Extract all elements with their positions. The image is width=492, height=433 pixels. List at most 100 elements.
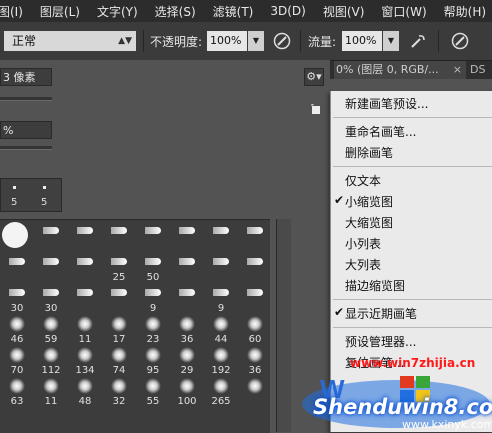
menu-item[interactable]: 仅文本	[345, 172, 381, 189]
brush-tip[interactable]: 11	[34, 375, 68, 407]
brush-tip[interactable]: 48	[68, 375, 102, 407]
size-slider[interactable]	[0, 97, 52, 101]
brush-tip[interactable]: 192	[204, 344, 238, 376]
blend-mode-select[interactable]: 正常 ▲▼	[4, 31, 136, 51]
brush-tip[interactable]: 25	[102, 251, 136, 283]
brush-tip-icon	[43, 289, 59, 296]
brush-tip[interactable]: 74	[102, 344, 136, 376]
menu-filter[interactable]: 滤镜(T)	[213, 3, 254, 20]
menu-3d[interactable]: 3D(D)	[270, 4, 305, 18]
opacity-dropdown-icon[interactable]: ▼	[248, 31, 264, 51]
brush-tip[interactable]	[0, 251, 34, 283]
brush-tip[interactable]	[136, 220, 170, 252]
menu-view[interactable]: 视图(V)	[323, 3, 365, 20]
brush-dot-icon	[13, 186, 16, 189]
brush-tip[interactable]: 55	[136, 375, 170, 407]
brush-tip[interactable]: 29	[170, 344, 204, 376]
brush-tip[interactable]: 32	[102, 375, 136, 407]
brush-tip-icon	[179, 347, 195, 363]
opacity-label: 不透明度:	[150, 35, 203, 49]
brush-tip[interactable]	[102, 282, 136, 314]
brush-tip[interactable]: 11	[68, 313, 102, 345]
brush-tip[interactable]: 46	[0, 313, 34, 345]
brush-tip[interactable]	[170, 251, 204, 283]
brush-tip[interactable]: 50	[136, 251, 170, 283]
brush-tip[interactable]: 36	[170, 313, 204, 345]
brush-tip[interactable]	[238, 251, 270, 283]
brush-size-field[interactable]: 3 像素	[0, 68, 52, 86]
brush-tip[interactable]	[0, 220, 34, 252]
brush-tip[interactable]	[34, 220, 68, 252]
menu-window[interactable]: 窗口(W)	[381, 3, 426, 20]
brush-tip[interactable]	[238, 282, 270, 314]
brush-tip[interactable]	[170, 220, 204, 252]
flow-dropdown-icon[interactable]: ▼	[383, 31, 399, 51]
menu-item[interactable]: 小缩览图	[345, 193, 393, 210]
menu-item[interactable]: 预设管理器...	[345, 333, 416, 350]
brush-tip-icon	[145, 347, 161, 363]
brush-tip[interactable]: 112	[34, 344, 68, 376]
brush-tip-icon	[145, 227, 161, 234]
brush-tip[interactable]	[102, 220, 136, 252]
brush-tip[interactable]: 9	[136, 282, 170, 314]
airbrush-icon[interactable]	[408, 31, 428, 51]
menu-item[interactable]: 显示近期画笔	[345, 305, 417, 322]
menu-item[interactable]: 重命名画笔...	[345, 123, 416, 140]
opacity-input[interactable]: 100%	[207, 31, 247, 51]
menu-help[interactable]: 帮助(H)	[444, 3, 486, 20]
pressure-size-icon[interactable]	[450, 31, 470, 51]
flow-input[interactable]: 100%	[342, 31, 382, 51]
brush-tip[interactable]: 134	[68, 344, 102, 376]
brush-tip[interactable]	[34, 251, 68, 283]
menu-item[interactable]: 小列表	[345, 235, 381, 252]
brush-tip[interactable]	[68, 220, 102, 252]
brush-tip[interactable]: 59	[34, 313, 68, 345]
menu-image[interactable]: 图(I)	[0, 3, 23, 20]
brush-tip[interactable]: 36	[238, 344, 270, 376]
brush-tip[interactable]: 60	[238, 313, 270, 345]
menu-item[interactable]: 大列表	[345, 256, 381, 273]
document-tab[interactable]: 0% (图层 0, RGB/... ×	[334, 61, 466, 79]
hardness-slider[interactable]	[0, 146, 52, 150]
brush-tip[interactable]	[204, 251, 238, 283]
menu-item[interactable]: 新建画笔预设...	[345, 95, 428, 112]
brush-tip[interactable]	[238, 220, 270, 252]
brush-tip[interactable]: 17	[102, 313, 136, 345]
brush-tip[interactable]	[204, 220, 238, 252]
menu-item[interactable]: 删除画笔	[345, 144, 393, 161]
menu-type[interactable]: 文字(Y)	[97, 3, 138, 20]
recent-brush[interactable]: 5	[1, 179, 31, 211]
brush-tip-icon	[111, 258, 127, 265]
brush-tip[interactable]: 100	[170, 375, 204, 407]
brush-tip[interactable]: 265	[204, 375, 238, 407]
menu-select[interactable]: 选择(S)	[155, 3, 196, 20]
document-tab-next[interactable]: DS	[470, 61, 485, 79]
brush-tip[interactable]: 95	[136, 344, 170, 376]
menu-item[interactable]: 大缩览图	[345, 214, 393, 231]
brush-tip[interactable]: 63	[0, 375, 34, 407]
brush-tip-icon	[145, 289, 161, 296]
brush-tip[interactable]: 30	[34, 282, 68, 314]
menu-layer[interactable]: 图层(L)	[40, 3, 80, 20]
brush-tip-grid: 25 50 30 30 9 9 46 59 11 17 23 36 44 60 70 112 134 74 95 29…	[0, 219, 270, 433]
new-preset-icon[interactable]	[310, 104, 322, 116]
brush-hardness-field[interactable]: %	[0, 121, 52, 139]
panel-settings-button[interactable]: ⚙▾	[304, 68, 324, 86]
select-arrows-icon: ▲▼	[118, 36, 132, 46]
brush-tip[interactable]	[170, 282, 204, 314]
pressure-opacity-icon[interactable]	[272, 31, 292, 51]
brush-tip[interactable]: 44	[204, 313, 238, 345]
brush-tip[interactable]	[68, 282, 102, 314]
brush-tip-icon	[111, 289, 127, 296]
brush-tip-icon	[179, 316, 195, 332]
menu-item[interactable]: 描边缩览图	[345, 277, 405, 294]
recent-brush[interactable]: 5	[31, 179, 61, 211]
brush-tip[interactable]	[238, 375, 270, 407]
brush-tip[interactable]: 30	[0, 282, 34, 314]
brush-tip[interactable]	[68, 251, 102, 283]
brush-grid-scrollbar[interactable]	[276, 219, 291, 432]
brush-tip[interactable]: 9	[204, 282, 238, 314]
close-tab-icon[interactable]: ×	[453, 61, 462, 79]
brush-tip[interactable]: 23	[136, 313, 170, 345]
brush-tip[interactable]: 70	[0, 344, 34, 376]
